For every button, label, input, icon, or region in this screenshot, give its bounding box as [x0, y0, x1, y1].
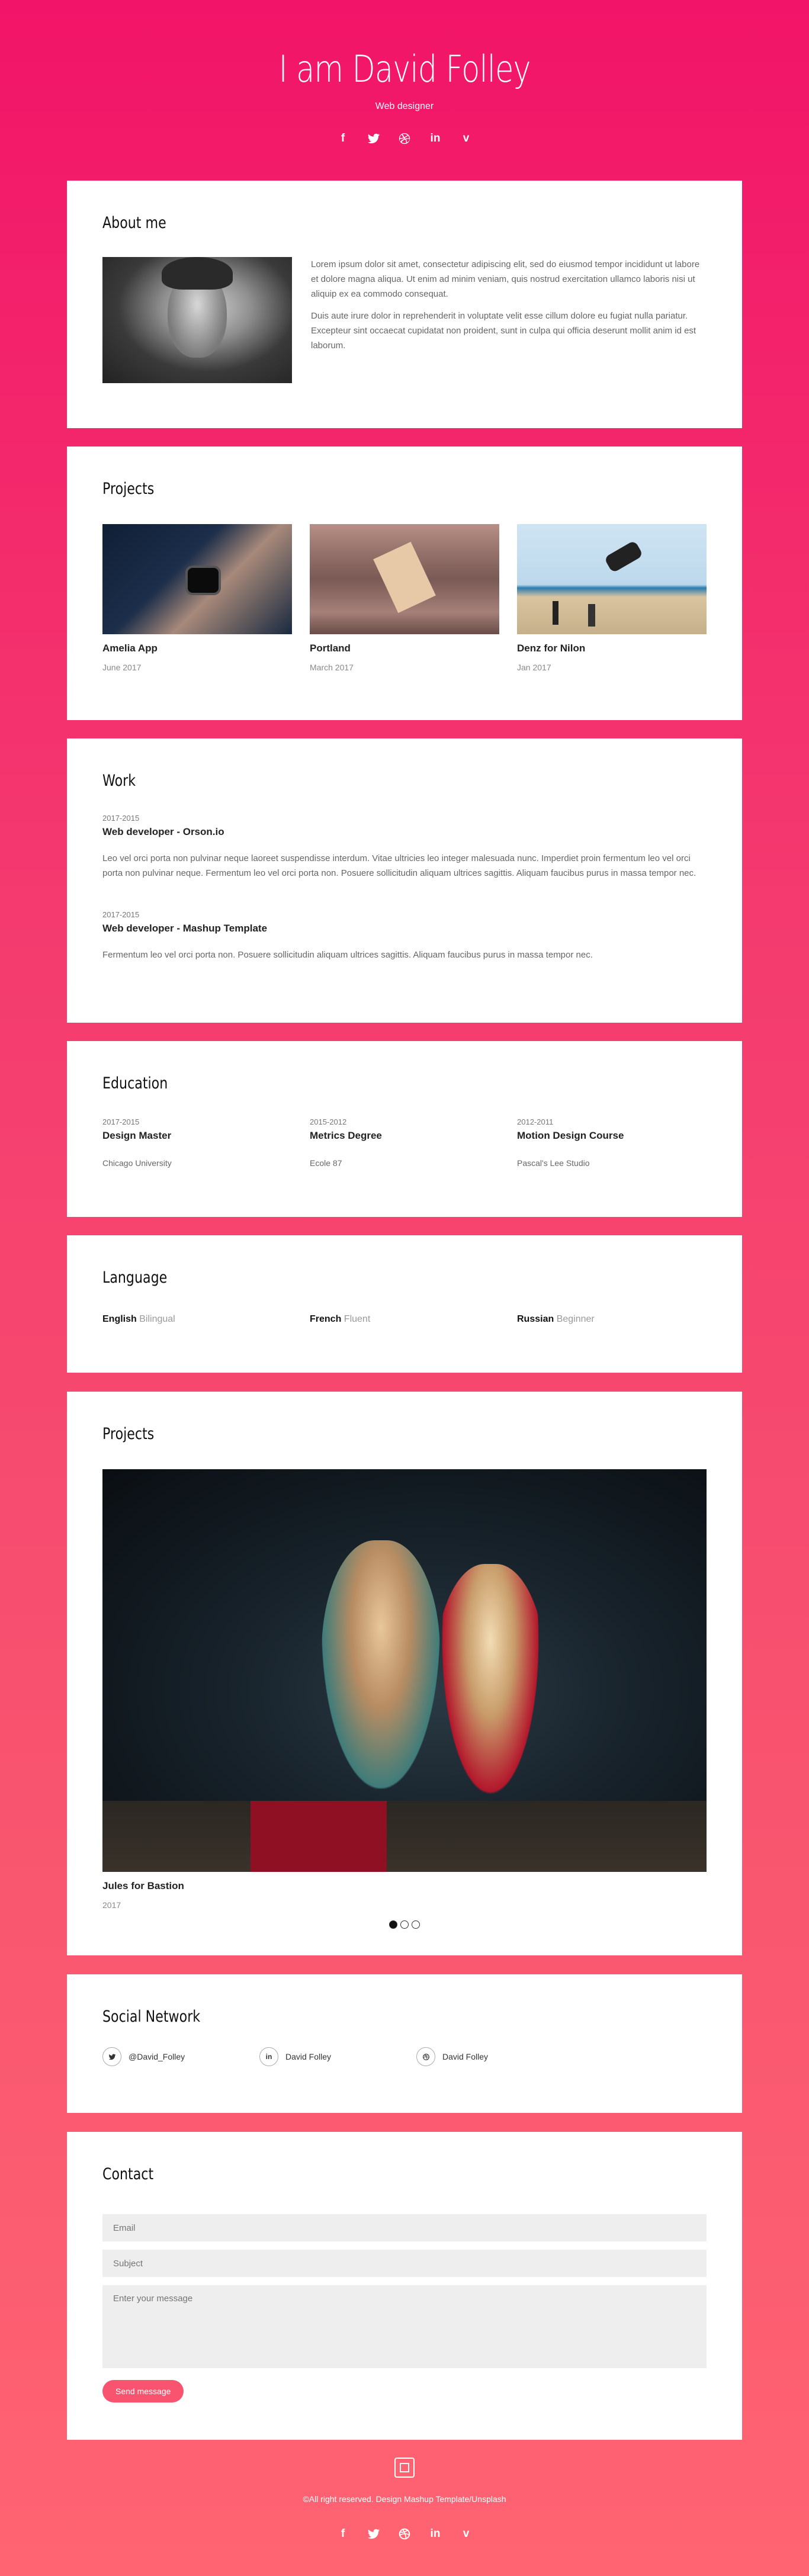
projects-section: Projects Amelia App June 2017 Portland M…: [67, 447, 742, 720]
profile-photo: [102, 257, 292, 383]
social-label: David Folley: [285, 2052, 332, 2061]
project-thumbnail[interactable]: [517, 524, 707, 634]
contact-section: Contact Send message: [67, 2132, 742, 2440]
social-link-linkedin[interactable]: in David Folley: [259, 2047, 381, 2066]
linkedin-icon[interactable]: in: [429, 2527, 442, 2540]
language-name: English: [102, 1314, 137, 1324]
dribbble-icon[interactable]: [398, 2527, 411, 2540]
social-title: Social Network: [102, 2008, 201, 2026]
language-level: Bilingual: [139, 1314, 175, 1324]
education-school: Pascal's Lee Studio: [517, 1158, 590, 1168]
language-section: Language English Bilingual French Fluent…: [67, 1235, 742, 1373]
education-item: 2015-2012 Metrics Degree Ecole 87: [310, 1117, 499, 1171]
about-section: About me Lorem ipsum dolor sit amet, con…: [67, 181, 742, 428]
vimeo-icon[interactable]: v: [460, 132, 473, 145]
work-description: Leo vel orci porta non pulvinar neque la…: [102, 853, 696, 878]
work-item: 2017-2015 Web developer - Mashup Templat…: [102, 910, 707, 962]
projects-title: Projects: [102, 480, 155, 498]
slider-dot[interactable]: [412, 1920, 420, 1929]
education-title: Education: [102, 1074, 168, 1093]
about-paragraph: Lorem ipsum dolor sit amet, consectetur …: [311, 259, 700, 299]
copyright-text: ©All right reserved. Design Mashup Templ…: [303, 2494, 506, 2504]
facebook-icon[interactable]: f: [336, 2527, 349, 2540]
education-degree: Motion Design Course: [517, 1130, 624, 1141]
page-footer: ©All right reserved. Design Mashup Templ…: [0, 2458, 809, 2540]
project-thumbnail[interactable]: [310, 524, 499, 634]
twitter-icon: [102, 2047, 121, 2066]
language-item: Russian Beginner: [517, 1314, 707, 1325]
project-card[interactable]: Amelia App June 2017: [102, 524, 292, 672]
project-date: June 2017: [102, 663, 142, 672]
slide-caption[interactable]: Jules for Bastion: [102, 1880, 707, 1892]
twitter-icon[interactable]: [367, 132, 380, 145]
send-message-button[interactable]: Send message: [102, 2380, 184, 2402]
education-item: 2017-2015 Design Master Chicago Universi…: [102, 1117, 292, 1171]
education-section: Education 2017-2015 Design Master Chicag…: [67, 1041, 742, 1217]
facebook-icon[interactable]: f: [336, 132, 349, 145]
page-subtitle: Web designer: [375, 101, 434, 111]
logo-icon: [394, 2458, 415, 2478]
language-item: English Bilingual: [102, 1314, 292, 1325]
email-field[interactable]: [102, 2214, 707, 2241]
footer-social-links: f in v: [0, 2527, 809, 2540]
work-role: Web developer - Mashup Template: [102, 923, 268, 934]
slider-dot[interactable]: [389, 1920, 397, 1929]
work-item: 2017-2015 Web developer - Orson.io Leo v…: [102, 814, 707, 881]
social-section: Social Network @David_Folley in David Fo…: [67, 1974, 742, 2113]
language-name: Russian: [517, 1314, 554, 1324]
work-title: Work: [102, 772, 136, 790]
language-level: Beginner: [556, 1314, 595, 1324]
language-title: Language: [102, 1268, 168, 1287]
education-school: Ecole 87: [310, 1158, 342, 1168]
language-name: French: [310, 1314, 342, 1324]
project-name[interactable]: Amelia App: [102, 643, 292, 654]
message-field[interactable]: [102, 2285, 707, 2368]
slider-section: Projects Jules for Bastion 2017: [67, 1392, 742, 1955]
language-level: Fluent: [343, 1314, 371, 1324]
dribbble-icon[interactable]: [398, 132, 411, 145]
work-role: Web developer - Orson.io: [102, 826, 224, 837]
education-period: 2017-2015: [102, 1117, 140, 1126]
social-link-dribbble[interactable]: David Folley: [416, 2047, 538, 2066]
dribbble-icon: [416, 2047, 435, 2066]
about-paragraph: Duis aute irure dolor in reprehenderit i…: [311, 311, 696, 351]
work-section: Work 2017-2015 Web developer - Orson.io …: [67, 738, 742, 1023]
project-name[interactable]: Portland: [310, 643, 499, 654]
education-degree: Metrics Degree: [310, 1130, 382, 1141]
work-description: Fermentum leo vel orci porta non. Posuer…: [102, 950, 593, 960]
linkedin-icon[interactable]: in: [429, 132, 442, 145]
education-school: Chicago University: [102, 1158, 172, 1168]
project-card[interactable]: Denz for Nilon Jan 2017: [517, 524, 707, 672]
education-period: 2012-2011: [517, 1117, 554, 1126]
linkedin-icon: in: [259, 2047, 278, 2066]
education-period: 2015-2012: [310, 1117, 347, 1126]
vimeo-icon[interactable]: v: [460, 2527, 473, 2540]
about-title: About me: [102, 214, 166, 232]
page-title: I am David Folley: [278, 47, 531, 91]
slider-dots: [102, 1920, 707, 1929]
subject-field[interactable]: [102, 2250, 707, 2277]
page-header: I am David Folley Web designer f in v: [0, 0, 809, 181]
project-name[interactable]: Denz for Nilon: [517, 643, 707, 654]
social-link-twitter[interactable]: @David_Folley: [102, 2047, 224, 2066]
contact-title: Contact: [102, 2165, 154, 2183]
social-label: David Folley: [442, 2052, 489, 2061]
header-social-links: f in v: [0, 132, 809, 145]
project-date: March 2017: [310, 663, 354, 672]
work-period: 2017-2015: [102, 814, 140, 823]
slider-image[interactable]: [102, 1469, 707, 1872]
project-thumbnail[interactable]: [102, 524, 292, 634]
slider-title: Projects: [102, 1425, 155, 1443]
education-degree: Design Master: [102, 1130, 172, 1141]
project-card[interactable]: Portland March 2017: [310, 524, 499, 672]
work-period: 2017-2015: [102, 910, 140, 919]
slide-year: 2017: [102, 1900, 121, 1910]
social-label: @David_Folley: [129, 2052, 185, 2061]
education-item: 2012-2011 Motion Design Course Pascal's …: [517, 1117, 707, 1171]
language-item: French Fluent: [310, 1314, 499, 1325]
twitter-icon[interactable]: [367, 2527, 380, 2540]
slider-dot[interactable]: [400, 1920, 409, 1929]
project-date: Jan 2017: [517, 663, 551, 672]
